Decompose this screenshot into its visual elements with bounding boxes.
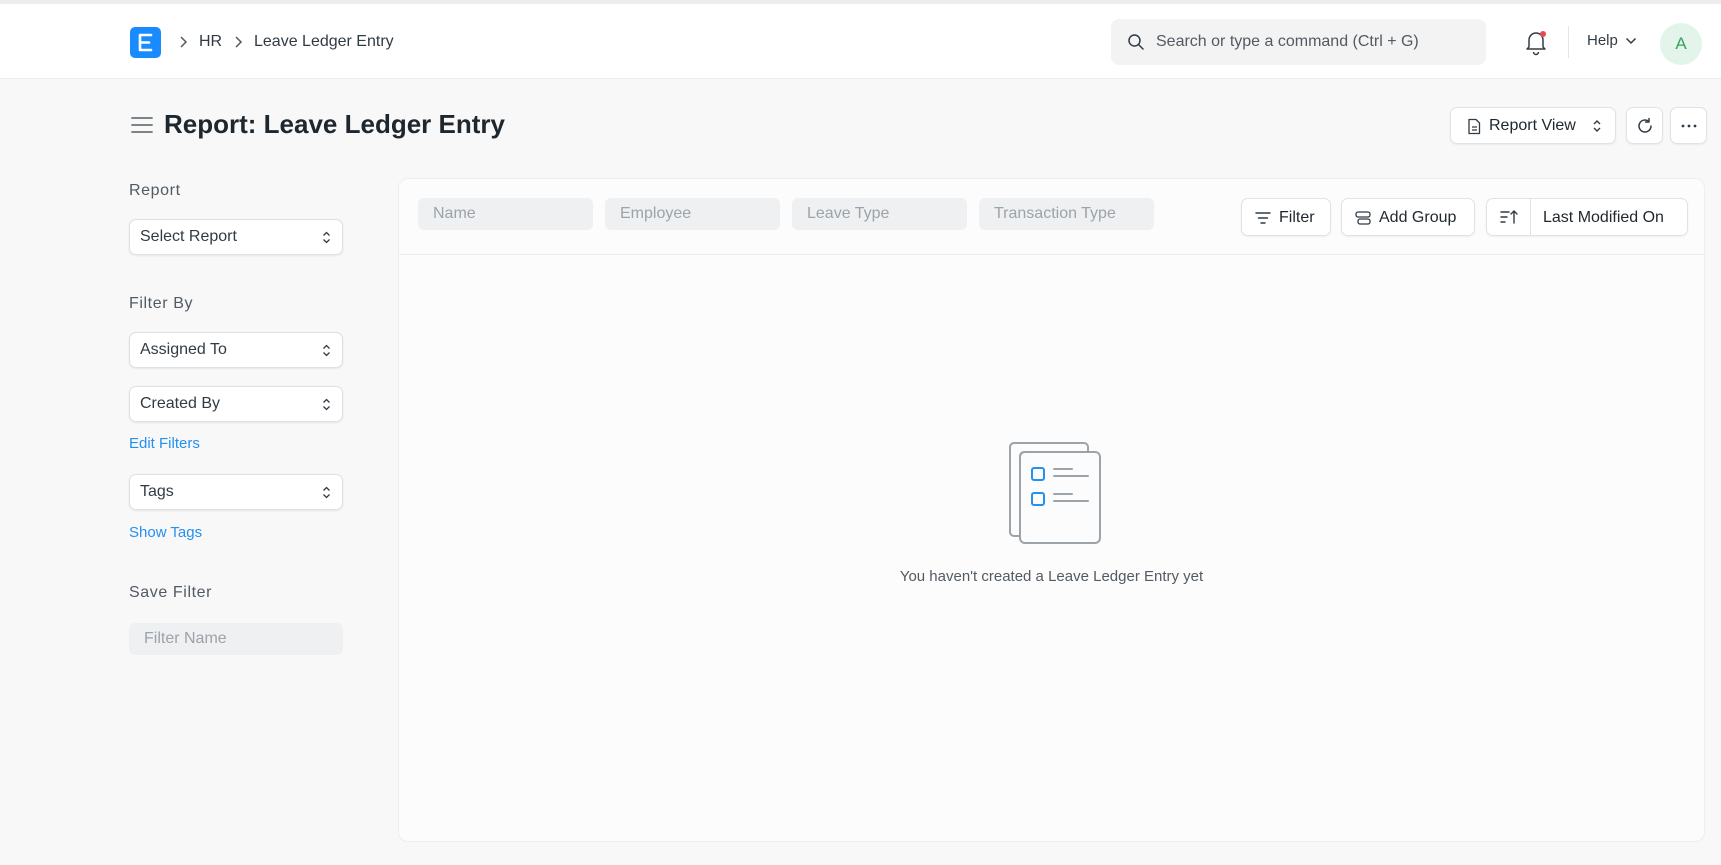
empty-list-icon [1009,442,1101,544]
sort-field-button[interactable]: Last Modified On [1543,209,1664,227]
navbar: HR Leave Ledger Entry Search or type a c… [0,4,1721,79]
created-by-label: Created By [140,395,221,412]
group-icon [1355,211,1371,225]
updown-icon [1593,120,1601,132]
more-actions-button[interactable] [1670,107,1707,144]
select-report-value: Select Report [140,228,237,245]
chevron-right-icon [235,36,243,48]
report-view-label: Report View [1489,117,1576,134]
breadcrumb-hr[interactable]: HR [199,33,222,51]
filter-icon [1255,212,1271,224]
add-group-label: Add Group [1379,209,1457,226]
leave-type-filter-placeholder: Leave Type [807,205,890,222]
sort-direction-button[interactable] [1487,199,1531,235]
page-title: Report: Leave Ledger Entry [164,109,505,139]
assigned-to-select[interactable]: Assigned To [129,332,343,368]
tags-select[interactable]: Tags [129,474,343,510]
name-filter-placeholder: Name [433,205,476,222]
breadcrumb-leave-ledger-entry[interactable]: Leave Ledger Entry [254,33,394,51]
reload-icon [1638,117,1652,133]
updown-icon [323,344,330,357]
sort-selector: Last Modified On [1486,198,1688,236]
navbar-divider [1568,26,1569,58]
edit-filters-link[interactable]: Edit Filters [129,435,200,452]
report-heading: Report [129,182,181,199]
assigned-to-label: Assigned To [140,341,227,358]
help-menu[interactable]: Help [1587,32,1618,49]
updown-icon [323,231,330,244]
leave-type-filter-input[interactable]: Leave Type [792,198,967,230]
save-filter-heading: Save Filter [129,584,213,601]
more-icon [1681,124,1697,128]
chevron-down-icon[interactable] [1625,37,1637,45]
filter-button-label: Filter [1279,209,1315,226]
document-icon [1468,118,1481,135]
toolbar-divider [399,254,1704,255]
employee-filter-placeholder: Employee [620,205,692,222]
search-icon [1128,34,1144,50]
search-placeholder: Search or type a command (Ctrl + G) [1156,33,1419,50]
notification-dot [1540,31,1546,37]
empty-state-message: You haven't created a Leave Ledger Entry… [899,568,1204,585]
filter-name-input[interactable]: Filter Name [129,623,343,655]
filter-by-heading: Filter By [129,295,194,312]
filter-name-placeholder: Filter Name [144,630,227,647]
menu-icon[interactable] [131,116,153,134]
sort-ascending-icon [1500,210,1518,224]
add-group-button[interactable]: Add Group [1341,198,1475,236]
show-tags-link[interactable]: Show Tags [129,524,202,541]
created-by-select[interactable]: Created By [129,386,343,422]
reload-button[interactable] [1626,107,1663,144]
name-filter-input[interactable]: Name [418,198,593,230]
app-logo-icon[interactable] [130,27,161,58]
transaction-type-filter-placeholder: Transaction Type [994,205,1116,222]
avatar[interactable]: A [1660,23,1702,65]
report-panel: Name Employee Leave Type Transaction Typ… [398,178,1705,842]
report-view-button[interactable]: Report View [1450,107,1616,144]
updown-icon [323,398,330,411]
transaction-type-filter-input[interactable]: Transaction Type [979,198,1154,230]
chevron-right-icon [180,36,188,48]
search-input[interactable]: Search or type a command (Ctrl + G) [1111,19,1486,65]
filter-button[interactable]: Filter [1241,198,1331,236]
updown-icon [323,486,330,499]
employee-filter-input[interactable]: Employee [605,198,780,230]
tags-label: Tags [140,483,174,500]
select-report[interactable]: Select Report [129,219,343,255]
